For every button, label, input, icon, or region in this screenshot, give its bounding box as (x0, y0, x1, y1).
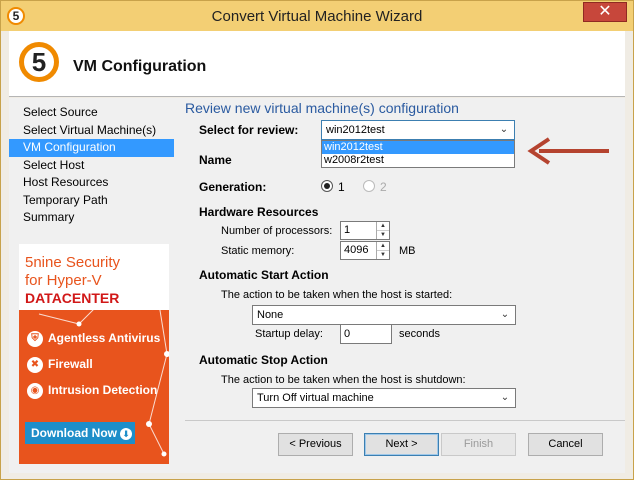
section-title: Review new virtual machine(s) configurat… (185, 100, 459, 116)
nav-item-select-source[interactable]: Select Source (9, 104, 174, 122)
close-button[interactable]: ✕ (583, 2, 627, 22)
memory-spin-buttons: ▲ ▼ (376, 242, 389, 259)
startup-delay-unit: seconds (399, 328, 440, 340)
generation-2-label: 2 (380, 180, 387, 194)
nav-item-temporary-path[interactable]: Temporary Path (9, 192, 174, 210)
ad-product-text: for Hyper-V (25, 272, 102, 289)
spin-up-icon[interactable]: ▲ (377, 242, 389, 251)
nav-item-select-virtual-machines[interactable]: Select Virtual Machine(s) (9, 122, 174, 140)
dropdown-option[interactable]: w2008r2test (322, 154, 514, 167)
dropdown-option[interactable]: win2012test (322, 141, 514, 154)
window-title: Convert Virtual Machine Wizard (211, 8, 423, 25)
left-arrow-icon (527, 137, 609, 165)
chevron-down-icon: ⌄ (499, 124, 509, 135)
title-bar[interactable]: 5 Convert Virtual Machine Wizard ✕ (1, 1, 633, 31)
review-dropdown-list: win2012test w2008r2test (321, 140, 515, 168)
generation-2-radio[interactable] (363, 180, 375, 192)
wizard-steps-nav: Select Source Select Virtual Machine(s) … (9, 104, 174, 227)
stop-action-value: Turn Off virtual machine (257, 392, 374, 404)
next-button[interactable]: Next > (364, 433, 439, 456)
stop-action-desc: The action to be taken when the host is … (221, 374, 466, 386)
ad-header: 5nine Security for Hyper-V DATACENTER (19, 244, 169, 310)
wizard-header: 5 VM Configuration (9, 31, 625, 97)
memory-unit-label: MB (399, 245, 416, 257)
ad-banner[interactable]: 5nine Security for Hyper-V DATACENTER ⛨ A… (19, 244, 169, 464)
previous-button[interactable]: < Previous (278, 433, 353, 456)
generation-1-label: 1 (338, 180, 345, 194)
nav-item-select-host[interactable]: Select Host (9, 157, 174, 175)
stop-action-dropdown[interactable]: Turn Off virtual machine ⌄ (252, 388, 516, 408)
shield-icon: ⛨ (27, 331, 43, 347)
nav-item-vm-configuration[interactable]: VM Configuration (9, 139, 174, 157)
startup-delay-label: Startup delay: (255, 328, 323, 340)
processors-spin-buttons: ▲ ▼ (376, 222, 389, 239)
footer-divider (185, 420, 625, 421)
static-memory-value: 4096 (344, 244, 369, 256)
processors-label: Number of processors: (221, 225, 333, 237)
static-memory-label: Static memory: (221, 245, 295, 257)
download-now-label: Download Now (31, 426, 117, 440)
ad-feature-intrusion-detection: ◉ Intrusion Detection (27, 383, 157, 399)
start-action-value: None (257, 309, 284, 321)
intrusion-icon: ◉ (27, 383, 43, 399)
static-memory-stepper[interactable]: 4096 ▲ ▼ (340, 241, 390, 260)
generation-label: Generation: (199, 180, 267, 194)
chevron-down-icon: ⌄ (500, 392, 510, 403)
ad-edition-text: DATACENTER (25, 290, 120, 306)
spin-down-icon[interactable]: ▼ (377, 251, 389, 260)
ad-feature-label: Intrusion Detection (48, 383, 158, 398)
finish-button[interactable]: Finish (441, 433, 516, 456)
ad-feature-antivirus: ⛨ Agentless Antivirus (27, 331, 160, 347)
ad-feature-label: Firewall (48, 357, 93, 372)
generation-1-radio[interactable] (321, 180, 333, 192)
nav-item-host-resources[interactable]: Host Resources (9, 174, 174, 192)
select-for-review-value: win2012test (326, 124, 385, 136)
page-title: VM Configuration (73, 58, 207, 75)
ad-brand-text: 5nine Security (25, 254, 121, 271)
5nine-logo-icon: 5 (19, 42, 59, 82)
startup-delay-input[interactable]: 0 (340, 324, 392, 344)
firewall-icon: ✖ (27, 357, 43, 373)
name-label: Name (199, 153, 232, 167)
start-action-dropdown[interactable]: None ⌄ (252, 305, 516, 325)
select-for-review-label: Select for review: (199, 123, 299, 137)
ad-feature-firewall: ✖ Firewall (27, 357, 93, 373)
wizard-window: 5 Convert Virtual Machine Wizard ✕ 5 VM … (0, 0, 634, 480)
processors-value: 1 (344, 224, 351, 236)
cancel-button[interactable]: Cancel (528, 433, 603, 456)
hardware-resources-title: Hardware Resources (199, 205, 319, 219)
download-now-button[interactable]: Download Now ⬇ (25, 422, 135, 444)
start-action-desc: The action to be taken when the host is … (221, 289, 453, 301)
chevron-down-icon: ⌄ (500, 309, 510, 320)
start-action-title: Automatic Start Action (199, 268, 329, 282)
stop-action-title: Automatic Stop Action (199, 353, 328, 367)
download-arrow-icon: ⬇ (120, 428, 132, 440)
ad-feature-label: Agentless Antivirus (48, 331, 161, 346)
select-for-review-dropdown[interactable]: win2012test ⌄ (321, 120, 515, 140)
spin-up-icon[interactable]: ▲ (377, 222, 389, 231)
nav-item-summary[interactable]: Summary (9, 209, 174, 227)
spin-down-icon[interactable]: ▼ (377, 231, 389, 240)
processors-stepper[interactable]: 1 ▲ ▼ (340, 221, 390, 240)
